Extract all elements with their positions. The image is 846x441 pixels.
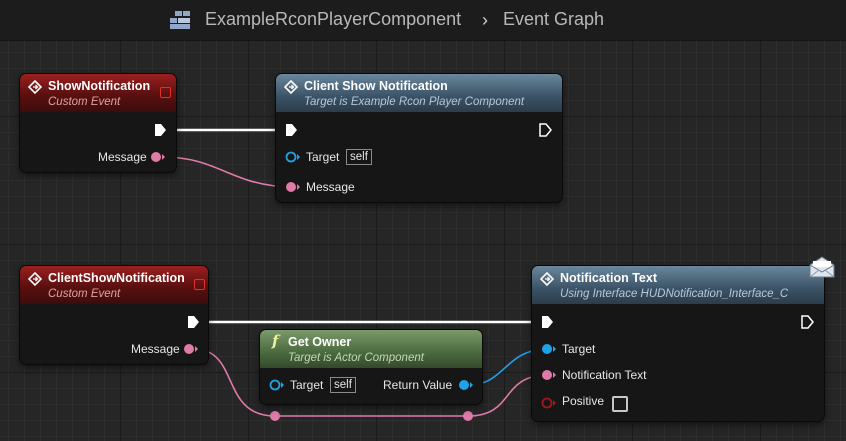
object-in-pin[interactable] bbox=[541, 343, 557, 355]
delegate-pin-icon[interactable] bbox=[194, 279, 205, 290]
pin-label-target: Target bbox=[290, 378, 324, 392]
exec-in-pin[interactable] bbox=[540, 315, 554, 329]
node-header[interactable]: ClientShowNotification Custom Event bbox=[20, 266, 208, 304]
node-subtitle: Custom Event bbox=[48, 288, 121, 300]
event-diamond-icon bbox=[28, 80, 42, 94]
node-title: ShowNotification bbox=[48, 79, 151, 93]
node-notification-text[interactable]: Notification Text Using Interface HUDNot… bbox=[532, 266, 824, 421]
node-title: Get Owner bbox=[288, 335, 352, 349]
event-diamond-icon bbox=[540, 272, 554, 286]
pin-label-message: Message bbox=[98, 150, 147, 164]
blueprint-class-icon bbox=[170, 11, 190, 29]
string-out-pin[interactable] bbox=[183, 343, 199, 355]
positive-checkbox[interactable] bbox=[612, 396, 628, 412]
node-subtitle: Using Interface HUDNotification_Interfac… bbox=[560, 288, 789, 300]
node-title: Client Show Notification bbox=[304, 79, 448, 93]
exec-out-pin[interactable] bbox=[153, 123, 167, 137]
delegate-pin-icon[interactable] bbox=[160, 87, 171, 98]
target-self-field[interactable]: self bbox=[346, 149, 372, 165]
object-in-pin[interactable] bbox=[269, 379, 285, 391]
event-diamond-icon bbox=[28, 272, 42, 286]
node-subtitle: Target is Example Rcon Player Component bbox=[304, 96, 525, 108]
breadcrumb-bar: ExampleRconPlayerComponent › Event Graph bbox=[0, 0, 846, 41]
node-get-owner[interactable]: f Get Owner Target is Actor Component Ta… bbox=[260, 330, 482, 404]
pin-label-message: Message bbox=[306, 180, 355, 194]
object-in-pin[interactable] bbox=[285, 151, 301, 163]
node-client-show-notification-call[interactable]: Client Show Notification Target is Examp… bbox=[276, 74, 562, 202]
node-header[interactable]: Client Show Notification Target is Examp… bbox=[276, 74, 562, 112]
interface-message-icon bbox=[809, 256, 835, 278]
node-title: ClientShowNotification bbox=[48, 271, 185, 285]
object-out-pin[interactable] bbox=[458, 379, 474, 391]
pin-label-return-value: Return Value bbox=[383, 378, 453, 392]
exec-in-pin[interactable] bbox=[284, 123, 298, 137]
breadcrumb-graph[interactable]: Event Graph bbox=[503, 9, 604, 30]
node-header[interactable]: Notification Text Using Interface HUDNot… bbox=[532, 266, 824, 304]
node-header[interactable]: ShowNotification Custom Event bbox=[20, 74, 176, 112]
pin-label-target: Target bbox=[562, 342, 596, 356]
pin-label-target: Target bbox=[306, 150, 340, 164]
node-client-show-notification-event[interactable]: ClientShowNotification Custom Event Mess… bbox=[20, 266, 208, 364]
node-header[interactable]: f Get Owner Target is Actor Component bbox=[260, 330, 482, 368]
string-in-pin[interactable] bbox=[541, 369, 557, 381]
event-diamond-icon bbox=[284, 80, 298, 94]
pin-label-message: Message bbox=[131, 342, 180, 356]
string-out-pin[interactable] bbox=[150, 151, 166, 163]
exec-out-pin[interactable] bbox=[186, 315, 200, 329]
breadcrumb-blueprint[interactable]: ExampleRconPlayerComponent bbox=[205, 9, 461, 30]
exec-out-pin[interactable] bbox=[800, 315, 814, 329]
target-self-field[interactable]: self bbox=[330, 377, 356, 393]
node-subtitle: Custom Event bbox=[48, 96, 121, 108]
node-subtitle: Target is Actor Component bbox=[288, 352, 424, 364]
exec-out-pin[interactable] bbox=[538, 123, 552, 137]
string-in-pin[interactable] bbox=[285, 181, 301, 193]
function-f-icon: f bbox=[272, 332, 279, 350]
pin-label-positive: Positive bbox=[562, 394, 605, 408]
bool-in-pin[interactable] bbox=[541, 397, 557, 409]
node-title: Notification Text bbox=[560, 271, 657, 285]
node-show-notification[interactable]: ShowNotification Custom Event Message bbox=[20, 74, 176, 172]
pin-label-notification-text: Notification Text bbox=[562, 368, 647, 382]
breadcrumb-separator-icon: › bbox=[482, 10, 488, 30]
